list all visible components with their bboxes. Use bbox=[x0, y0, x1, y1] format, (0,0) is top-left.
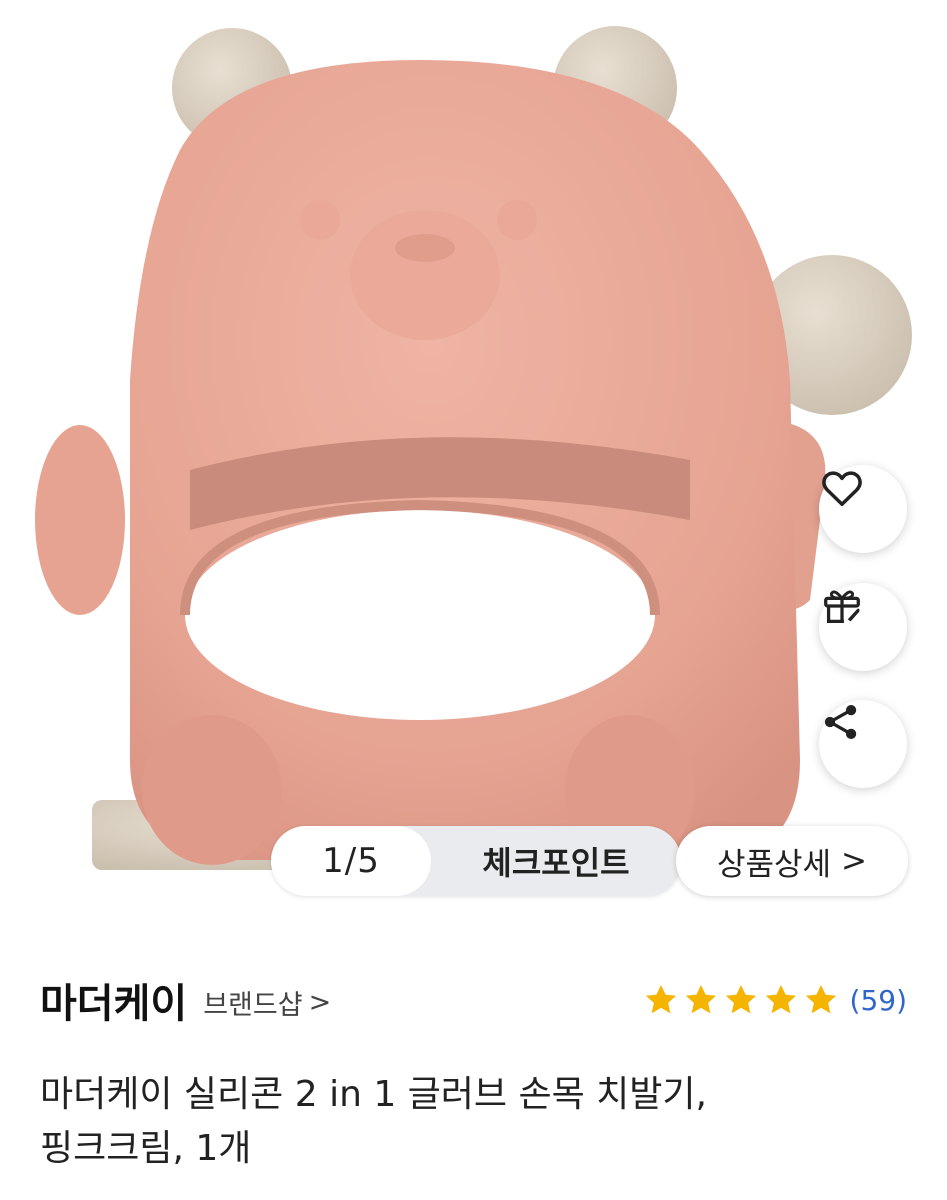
heart-icon bbox=[822, 471, 862, 507]
star-icon bbox=[645, 984, 676, 1014]
review-count[interactable]: (59) bbox=[850, 984, 907, 1017]
brand-shop-label: 브랜드샵 bbox=[203, 989, 303, 1021]
product-title-line: 핑크크림, 1개 bbox=[40, 1128, 252, 1169]
share-button[interactable] bbox=[819, 700, 907, 788]
rating[interactable]: (59) bbox=[642, 970, 907, 1030]
share-icon bbox=[824, 704, 857, 740]
star-icon bbox=[725, 984, 756, 1014]
product-detail-button[interactable]: 상품상세 > bbox=[676, 826, 908, 896]
image-counter: 1/5 bbox=[271, 826, 431, 896]
product-title-line: 마더케이 실리콘 2 in 1 글러브 손목 치발기, bbox=[40, 1074, 707, 1115]
star-icon bbox=[765, 984, 796, 1014]
brand-name[interactable]: 마더케이 bbox=[40, 971, 187, 1029]
product-image bbox=[35, 26, 912, 870]
product-title: 마더케이 실리콘 2 in 1 글러브 손목 치발기, 핑크크림, 1개 bbox=[40, 1068, 910, 1176]
star-icon bbox=[805, 984, 836, 1014]
image-counter-pill: 1/5 체크포인트 bbox=[271, 826, 681, 896]
chevron-right-icon: > bbox=[308, 986, 332, 1018]
brand-row: 마더케이 브랜드샵 > (59) bbox=[40, 970, 907, 1030]
checkpoint-button[interactable]: 체크포인트 bbox=[431, 826, 681, 896]
gift-icon bbox=[824, 590, 860, 623]
rating-stars bbox=[642, 981, 840, 1019]
product-detail-label: 상품상세 bbox=[716, 846, 832, 883]
wishlist-button[interactable] bbox=[819, 465, 907, 553]
brand-shop-link[interactable]: 브랜드샵 > bbox=[203, 983, 331, 1022]
product-image-gallery[interactable]: 1/5 체크포인트 상품상세 > bbox=[0, 0, 947, 930]
gift-button[interactable] bbox=[819, 583, 907, 671]
chevron-right-icon: > bbox=[841, 843, 868, 879]
star-icon bbox=[685, 984, 716, 1014]
product-page: 1/5 체크포인트 상품상세 > 마더케이 브랜드샵 > (59) 마더케이 실… bbox=[0, 0, 947, 1200]
